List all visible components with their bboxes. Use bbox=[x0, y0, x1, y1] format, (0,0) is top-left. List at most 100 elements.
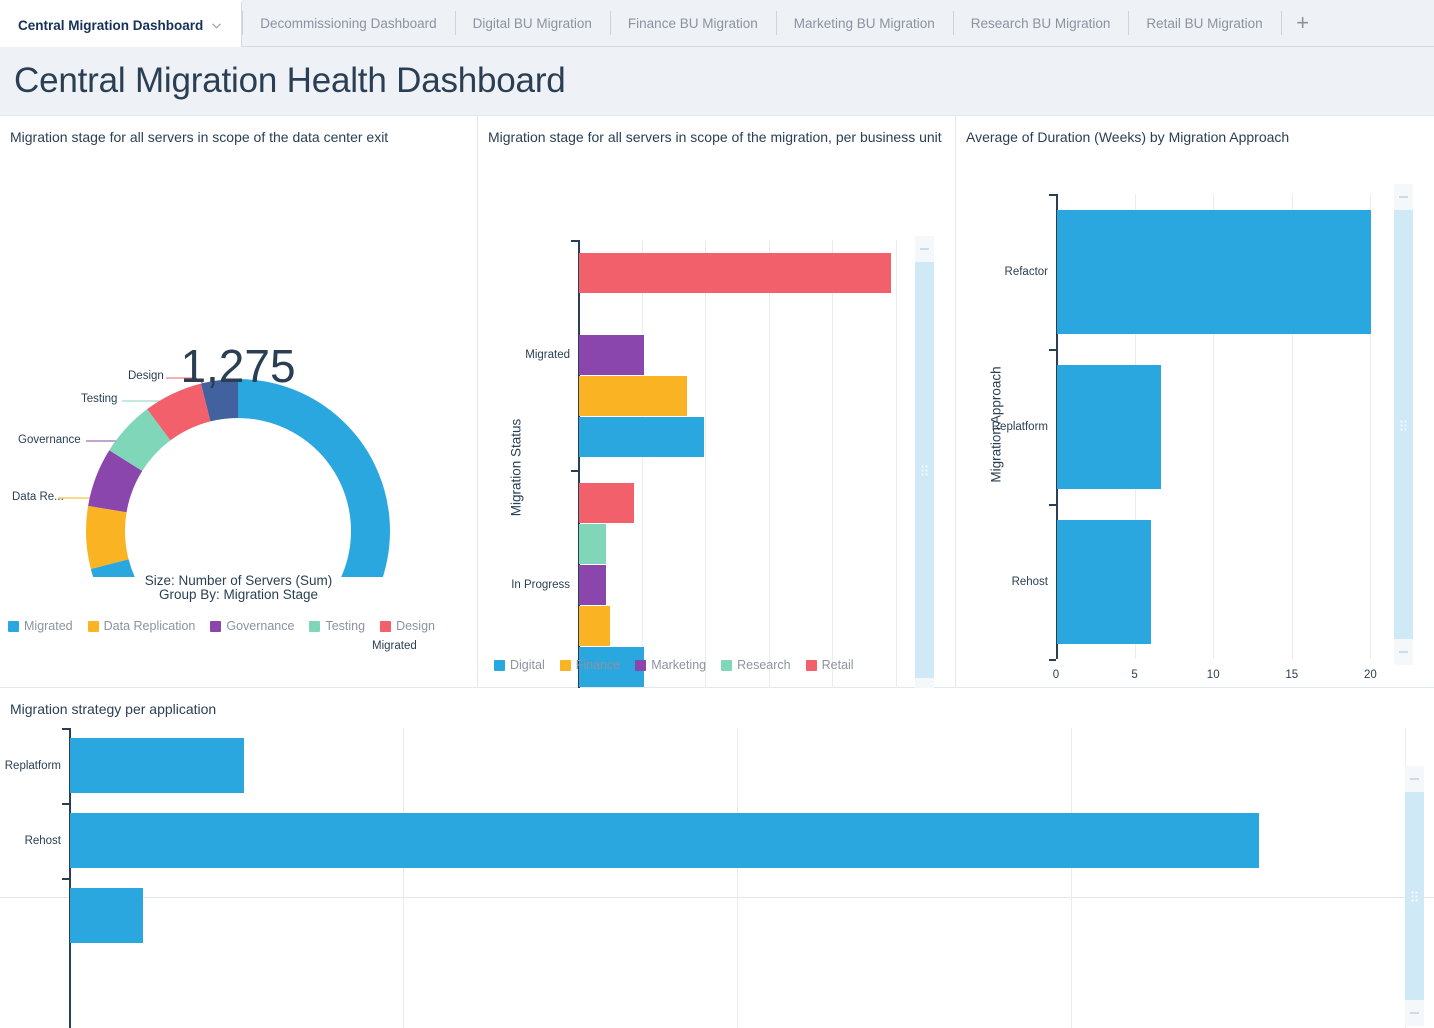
tab-label: Marketing BU Migration bbox=[794, 16, 935, 31]
scroll-grip-icon[interactable] bbox=[921, 466, 928, 475]
y-axis-label-migrated: Migrated bbox=[498, 349, 570, 361]
x-tick-label: 0 bbox=[1053, 669, 1059, 681]
bar-migrated-digital[interactable] bbox=[579, 417, 704, 457]
axis-tick bbox=[571, 470, 578, 472]
legend-swatch bbox=[88, 621, 99, 632]
panel-title: Migration stage for all servers in scope… bbox=[478, 116, 955, 147]
vertical-scrollbar-strategy-bar[interactable] bbox=[1405, 766, 1424, 1026]
tab-central-migration-dashboard[interactable]: Central Migration Dashboard bbox=[0, 0, 242, 47]
legend-item-digital[interactable]: Digital bbox=[494, 658, 545, 672]
panel-avg-duration-by-approach: Average of Duration (Weeks) by Migration… bbox=[956, 116, 1434, 688]
add-tab-button[interactable]: + bbox=[1281, 0, 1325, 46]
donut-label-data-replication: Data Re... bbox=[12, 491, 64, 503]
gridline bbox=[769, 240, 770, 700]
legend-item-research[interactable]: Research bbox=[721, 658, 791, 672]
legend-swatch bbox=[721, 660, 732, 671]
bar-refactor[interactable] bbox=[1057, 210, 1371, 334]
scroll-down-icon bbox=[1399, 651, 1408, 653]
legend-label: Design bbox=[396, 619, 435, 633]
scroll-up-icon bbox=[1410, 778, 1419, 780]
axis-tick bbox=[1049, 504, 1056, 506]
y-axis-label-replatform: Replatform bbox=[974, 421, 1048, 433]
bar-replatform[interactable] bbox=[1057, 365, 1161, 489]
legend-label: Migrated bbox=[24, 619, 73, 633]
donut-slice-data-replication[interactable] bbox=[86, 506, 129, 569]
y-axis-label-in-progress: In Progress bbox=[498, 579, 570, 591]
gridline bbox=[832, 240, 833, 700]
scroll-track[interactable] bbox=[1394, 210, 1413, 639]
page-title: Central Migration Health Dashboard bbox=[14, 61, 566, 101]
tab-marketing-bu-migration[interactable]: Marketing BU Migration bbox=[776, 0, 953, 46]
x-tick-label: 10 bbox=[1207, 669, 1220, 681]
tab-finance-bu-migration[interactable]: Finance BU Migration bbox=[610, 0, 776, 46]
legend-item-design[interactable]: Design bbox=[380, 619, 435, 633]
tab-digital-bu-migration[interactable]: Digital BU Migration bbox=[455, 0, 610, 46]
bar-in-progress-research[interactable] bbox=[579, 524, 606, 564]
bar-migrated-finance[interactable] bbox=[579, 376, 687, 416]
x-tick-label: 15 bbox=[1285, 669, 1298, 681]
axis-tick bbox=[62, 728, 69, 730]
legend-label: Data Replication bbox=[104, 619, 196, 633]
bar-in-progress-retail[interactable] bbox=[579, 483, 634, 523]
scroll-up-button[interactable] bbox=[915, 236, 934, 262]
tab-research-bu-migration[interactable]: Research BU Migration bbox=[953, 0, 1129, 46]
scroll-down-button[interactable] bbox=[1405, 1000, 1424, 1026]
vertical-scrollbar-grouped-bar[interactable] bbox=[915, 236, 934, 704]
bar-migrated-retail[interactable] bbox=[579, 253, 891, 293]
tab-label: Finance BU Migration bbox=[628, 16, 758, 31]
donut-chart[interactable]: 1,275 Design Testing Governance Data Re.… bbox=[0, 147, 478, 577]
bar-in-progress-marketing[interactable] bbox=[579, 565, 606, 605]
legend-label: Marketing bbox=[651, 658, 706, 672]
strategy-bar-chart[interactable]: ReplatformRehost bbox=[0, 724, 1434, 899]
legend-item-testing[interactable]: Testing bbox=[309, 619, 365, 633]
scroll-up-icon bbox=[920, 248, 929, 250]
donut-group-caption: Group By: Migration Stage bbox=[0, 585, 477, 605]
legend-swatch bbox=[8, 621, 19, 632]
legend-label: Governance bbox=[226, 619, 294, 633]
bar-in-progress-finance[interactable] bbox=[579, 606, 610, 646]
donut-label-testing: Testing bbox=[81, 393, 117, 405]
gridline bbox=[1071, 728, 1072, 1028]
grouped-bar-legend: Digital Finance Marketing Research Retail bbox=[486, 644, 962, 672]
tab-retail-bu-migration[interactable]: Retail BU Migration bbox=[1128, 0, 1280, 46]
panel-migration-strategy-per-application: Migration strategy per application Repla… bbox=[0, 688, 1434, 898]
tab-decommissioning-dashboard[interactable]: Decommissioning Dashboard bbox=[242, 0, 454, 46]
scroll-grip-icon[interactable] bbox=[1411, 892, 1418, 901]
bar-rehost[interactable] bbox=[70, 813, 1259, 868]
legend-item-data-replication[interactable]: Data Replication bbox=[88, 619, 196, 633]
y-axis-label-refactor: Refactor bbox=[974, 266, 1048, 278]
legend-swatch bbox=[560, 660, 571, 671]
axis-tick bbox=[571, 240, 578, 242]
bar-migrated-marketing[interactable] bbox=[579, 335, 644, 375]
legend-item-governance[interactable]: Governance bbox=[210, 619, 294, 633]
axis-tick bbox=[1049, 659, 1056, 661]
gridline bbox=[705, 240, 706, 700]
duration-bar-chart[interactable]: Migration Approach Duration (weeks) (Ave… bbox=[956, 150, 1434, 710]
scroll-track[interactable] bbox=[915, 262, 934, 678]
scroll-up-icon bbox=[1399, 196, 1408, 198]
legend-item-finance[interactable]: Finance bbox=[560, 658, 620, 672]
gridline bbox=[737, 728, 738, 1028]
legend-item-retail[interactable]: Retail bbox=[806, 658, 854, 672]
donut-label-design: Design bbox=[128, 370, 164, 382]
grouped-bar-chart[interactable]: Migration Status Number of Servers (Sum)… bbox=[478, 174, 956, 764]
panel-migration-stage-donut: Migration stage for all servers in scope… bbox=[0, 116, 478, 688]
bar-replatform[interactable] bbox=[70, 738, 244, 793]
plus-icon: + bbox=[1296, 10, 1309, 36]
legend-label: Research bbox=[737, 658, 791, 672]
scroll-up-button[interactable] bbox=[1405, 766, 1424, 792]
bar-rehost[interactable] bbox=[1057, 520, 1151, 644]
scroll-track[interactable] bbox=[1405, 792, 1424, 1000]
x-tick-label: 20 bbox=[1364, 669, 1377, 681]
y-axis-label-rehost: Rehost bbox=[1, 835, 61, 847]
scroll-grip-icon[interactable] bbox=[1400, 420, 1407, 429]
tab-label: Central Migration Dashboard bbox=[18, 18, 203, 33]
bar-retain[interactable] bbox=[70, 888, 143, 943]
axis-tick bbox=[62, 878, 69, 880]
chevron-down-icon[interactable] bbox=[210, 19, 223, 32]
legend-item-marketing[interactable]: Marketing bbox=[635, 658, 706, 672]
scroll-down-button[interactable] bbox=[1394, 639, 1413, 665]
vertical-scrollbar-duration-bar[interactable] bbox=[1394, 184, 1413, 665]
scroll-up-button[interactable] bbox=[1394, 184, 1413, 210]
legend-item-migrated[interactable]: Migrated bbox=[8, 619, 73, 633]
